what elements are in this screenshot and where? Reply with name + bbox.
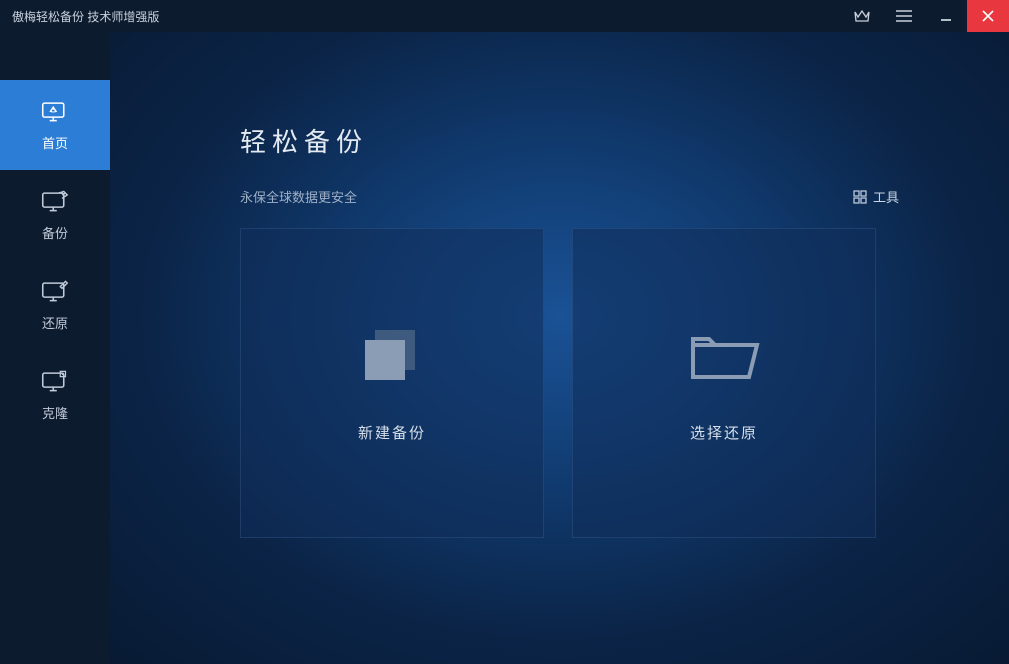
backup-icon xyxy=(41,189,69,213)
clone-icon xyxy=(41,369,69,393)
sidebar-item-backup[interactable]: 备份 xyxy=(0,170,110,260)
folder-icon xyxy=(687,324,761,388)
close-button[interactable] xyxy=(967,0,1009,32)
tools-link-label: 工具 xyxy=(873,187,899,206)
sidebar: 首页 备份 还原 xyxy=(0,32,110,664)
page-subtitle: 永保全球数据更安全 xyxy=(240,187,357,206)
main-content: 轻松备份 永保全球数据更安全 工具 xyxy=(110,32,1009,664)
sidebar-item-home[interactable]: 首页 xyxy=(0,80,110,170)
minimize-icon xyxy=(939,9,953,23)
sidebar-item-restore[interactable]: 还原 xyxy=(0,260,110,350)
sidebar-item-clone[interactable]: 克隆 xyxy=(0,350,110,440)
home-icon xyxy=(41,99,69,123)
titlebar: 傲梅轻松备份 技术师增强版 xyxy=(0,0,1009,32)
minimize-button[interactable] xyxy=(925,0,967,32)
tools-link[interactable]: 工具 xyxy=(853,187,899,206)
grid-icon xyxy=(853,190,867,204)
crown-icon xyxy=(854,9,870,23)
select-restore-card[interactable]: 选择还原 xyxy=(572,228,876,538)
crown-button[interactable] xyxy=(841,0,883,32)
page-title: 轻松备份 xyxy=(240,122,899,159)
menu-icon xyxy=(896,10,912,22)
new-backup-card[interactable]: 新建备份 xyxy=(240,228,544,538)
app-title: 傲梅轻松备份 技术师增强版 xyxy=(12,8,159,25)
stack-icon xyxy=(355,324,429,388)
restore-icon xyxy=(41,279,69,303)
sidebar-item-label: 首页 xyxy=(42,133,68,152)
card-label: 选择还原 xyxy=(690,422,758,443)
sidebar-item-label: 备份 xyxy=(42,223,68,242)
close-icon xyxy=(981,9,995,23)
menu-button[interactable] xyxy=(883,0,925,32)
sidebar-item-label: 克隆 xyxy=(42,403,68,422)
card-label: 新建备份 xyxy=(358,422,426,443)
sidebar-item-label: 还原 xyxy=(42,313,68,332)
